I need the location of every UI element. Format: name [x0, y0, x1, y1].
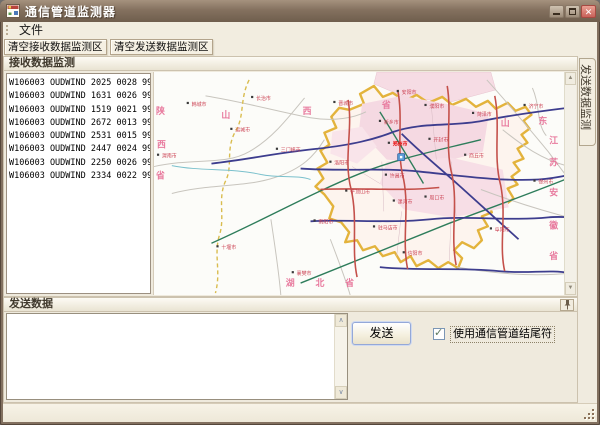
receive-line[interactable]: W106003 OUDWIND 1631 0026 99 — [9, 90, 150, 103]
svg-text:苏: 苏 — [549, 157, 558, 168]
title-bar[interactable]: 通信管道监测器 ✕ — [0, 0, 600, 22]
status-bar — [3, 403, 597, 422]
menu-bar: 文件 — [3, 22, 597, 39]
svg-text:徐州市: 徐州市 — [538, 178, 553, 185]
send-panel: 发送数据 ∧ ∨ — [3, 297, 578, 403]
scroll-down-icon[interactable]: ∨ — [335, 386, 347, 399]
menu-grip — [6, 25, 8, 36]
svg-text:省: 省 — [381, 99, 391, 110]
receive-line[interactable]: W106003 OUDWIND 2250 0026 99 — [9, 157, 150, 170]
pin-icon — [563, 300, 572, 310]
resize-grip[interactable] — [583, 408, 595, 420]
send-textbox-frame: ∧ ∨ — [6, 313, 348, 400]
svg-text:渭南市: 渭南市 — [162, 153, 177, 160]
app-window: 通信管道监测器 ✕ 文件 清空接收数据监测区 清空发送数据监测区 接收数据监测 … — [0, 0, 600, 425]
minimize-button[interactable] — [549, 5, 564, 18]
receive-line[interactable]: W106003 OUDWIND 2334 0022 99 — [9, 170, 150, 183]
svg-text:菏泽市: 菏泽市 — [477, 111, 492, 118]
svg-text:南阳市: 南阳市 — [318, 218, 333, 225]
svg-text:三门峡市: 三门峡市 — [281, 147, 301, 154]
svg-text:十堰市: 十堰市 — [221, 244, 236, 251]
send-input[interactable] — [7, 314, 334, 399]
scroll-up-icon[interactable]: ▲ — [565, 72, 576, 85]
svg-text:信阳市: 信阳市 — [408, 250, 423, 257]
maximize-button[interactable] — [565, 5, 580, 18]
svg-text:晋城市: 晋城市 — [338, 100, 353, 107]
send-panel-caption: 发送数据 — [3, 297, 578, 312]
send-button[interactable]: 发送 — [352, 322, 411, 345]
svg-text:北: 北 — [315, 277, 324, 288]
svg-text:运城市: 运城市 — [235, 127, 250, 134]
svg-text:山: 山 — [221, 109, 230, 120]
close-button[interactable]: ✕ — [581, 5, 596, 18]
svg-text:濮阳市: 濮阳市 — [429, 103, 444, 110]
client-area: 文件 清空接收数据监测区 清空发送数据监测区 接收数据监测 W106003 OU… — [3, 22, 597, 422]
check-icon: ✓ — [434, 326, 443, 339]
svg-text:陕: 陕 — [156, 105, 165, 116]
svg-text:长治市: 长治市 — [256, 95, 271, 102]
map-scrollbar[interactable]: ▲ ▼ — [564, 72, 576, 295]
send-input-scrollbar[interactable]: ∧ ∨ — [334, 314, 347, 399]
terminator-checkbox-label[interactable]: 使用通信管道结尾符 — [450, 326, 555, 343]
window-title: 通信管道监测器 — [25, 3, 116, 20]
scroll-up-icon[interactable]: ∧ — [335, 314, 347, 327]
svg-text:驻马店市: 驻马店市 — [378, 224, 398, 231]
svg-text:韩城市: 韩城市 — [192, 101, 207, 108]
receive-panel-caption: 接收数据监测 — [3, 56, 578, 71]
svg-text:省: 省 — [155, 170, 165, 181]
svg-text:江: 江 — [549, 135, 558, 146]
svg-text:徽: 徽 — [548, 219, 558, 230]
receive-panel: 接收数据监测 W106003 OUDWIND 2025 0028 99W1060… — [3, 56, 578, 297]
svg-text:周口市: 周口市 — [429, 194, 444, 201]
clear-receive-button[interactable]: 清空接收数据监测区 — [4, 39, 107, 55]
receive-listbox[interactable]: W106003 OUDWIND 2025 0028 99W106003 OUDW… — [6, 73, 151, 294]
dock-tab-strip: 发送数据监测 — [578, 56, 597, 403]
svg-text:安: 安 — [549, 186, 558, 197]
svg-text:省: 省 — [548, 250, 558, 261]
receive-panel-body: W106003 OUDWIND 2025 0028 99W106003 OUDW… — [3, 71, 578, 297]
receive-panel-title: 接收数据监测 — [9, 57, 75, 69]
svg-text:开封市: 开封市 — [433, 137, 448, 144]
svg-text:洛阳市: 洛阳市 — [334, 160, 349, 167]
receive-line[interactable]: W106003 OUDWIND 2025 0028 99 — [9, 77, 150, 90]
svg-text:襄樊市: 襄樊市 — [297, 270, 312, 277]
tool-bar: 清空接收数据监测区 清空发送数据监测区 — [3, 39, 597, 56]
app-icon — [6, 4, 20, 18]
svg-text:东: 东 — [538, 115, 547, 126]
svg-text:安阳市: 安阳市 — [402, 89, 417, 96]
svg-text:新乡市: 新乡市 — [384, 119, 399, 126]
receive-line[interactable]: W106003 OUDWIND 2447 0024 99 — [9, 143, 150, 156]
henan-map-image: 山西省陕西省山东江苏湖北省安徽省韩城市长治市晋城市运城市渭南市三门峡市洛阳市郑州… — [154, 72, 576, 295]
svg-text:阜阳市: 阜阳市 — [495, 226, 510, 233]
send-monitor-tab[interactable]: 发送数据监测 — [579, 58, 596, 146]
dock-area: 接收数据监测 W106003 OUDWIND 2025 0028 99W1060… — [3, 56, 597, 403]
send-panel-title: 发送数据 — [9, 298, 53, 310]
svg-text:省: 省 — [344, 277, 354, 288]
svg-text:山: 山 — [501, 117, 510, 128]
map-panel: 山西省陕西省山东江苏湖北省安徽省韩城市长治市晋城市运城市渭南市三门峡市洛阳市郑州… — [153, 72, 576, 295]
pin-button[interactable] — [560, 299, 574, 311]
svg-text:西: 西 — [303, 106, 312, 116]
send-panel-body: ∧ ∨ 发送 ✓ 使用通信管道结尾符 — [3, 312, 578, 403]
svg-text:西: 西 — [157, 140, 166, 150]
svg-text:湖: 湖 — [286, 277, 295, 288]
menu-item-file[interactable]: 文件 — [11, 22, 51, 39]
svg-text:济宁市: 济宁市 — [528, 103, 543, 110]
receive-line[interactable]: W106003 OUDWIND 1519 0021 99 — [9, 104, 150, 117]
terminator-checkbox[interactable]: ✓ — [433, 328, 445, 340]
receive-line[interactable]: W106003 OUDWIND 2531 0015 99 — [9, 130, 150, 143]
svg-text:许昌市: 许昌市 — [390, 173, 405, 180]
receive-line[interactable]: W106003 OUDWIND 2672 0013 99 — [9, 117, 150, 130]
svg-text:平顶山市: 平顶山市 — [350, 188, 370, 195]
scroll-down-icon[interactable]: ▼ — [565, 282, 576, 295]
svg-text:郑州市: 郑州市 — [393, 141, 408, 148]
send-monitor-tab-label: 发送数据监测 — [578, 64, 594, 144]
svg-text:商丘市: 商丘市 — [469, 153, 484, 160]
clear-send-button[interactable]: 清空发送数据监测区 — [110, 39, 213, 55]
svg-text:漯河市: 漯河市 — [398, 198, 413, 205]
